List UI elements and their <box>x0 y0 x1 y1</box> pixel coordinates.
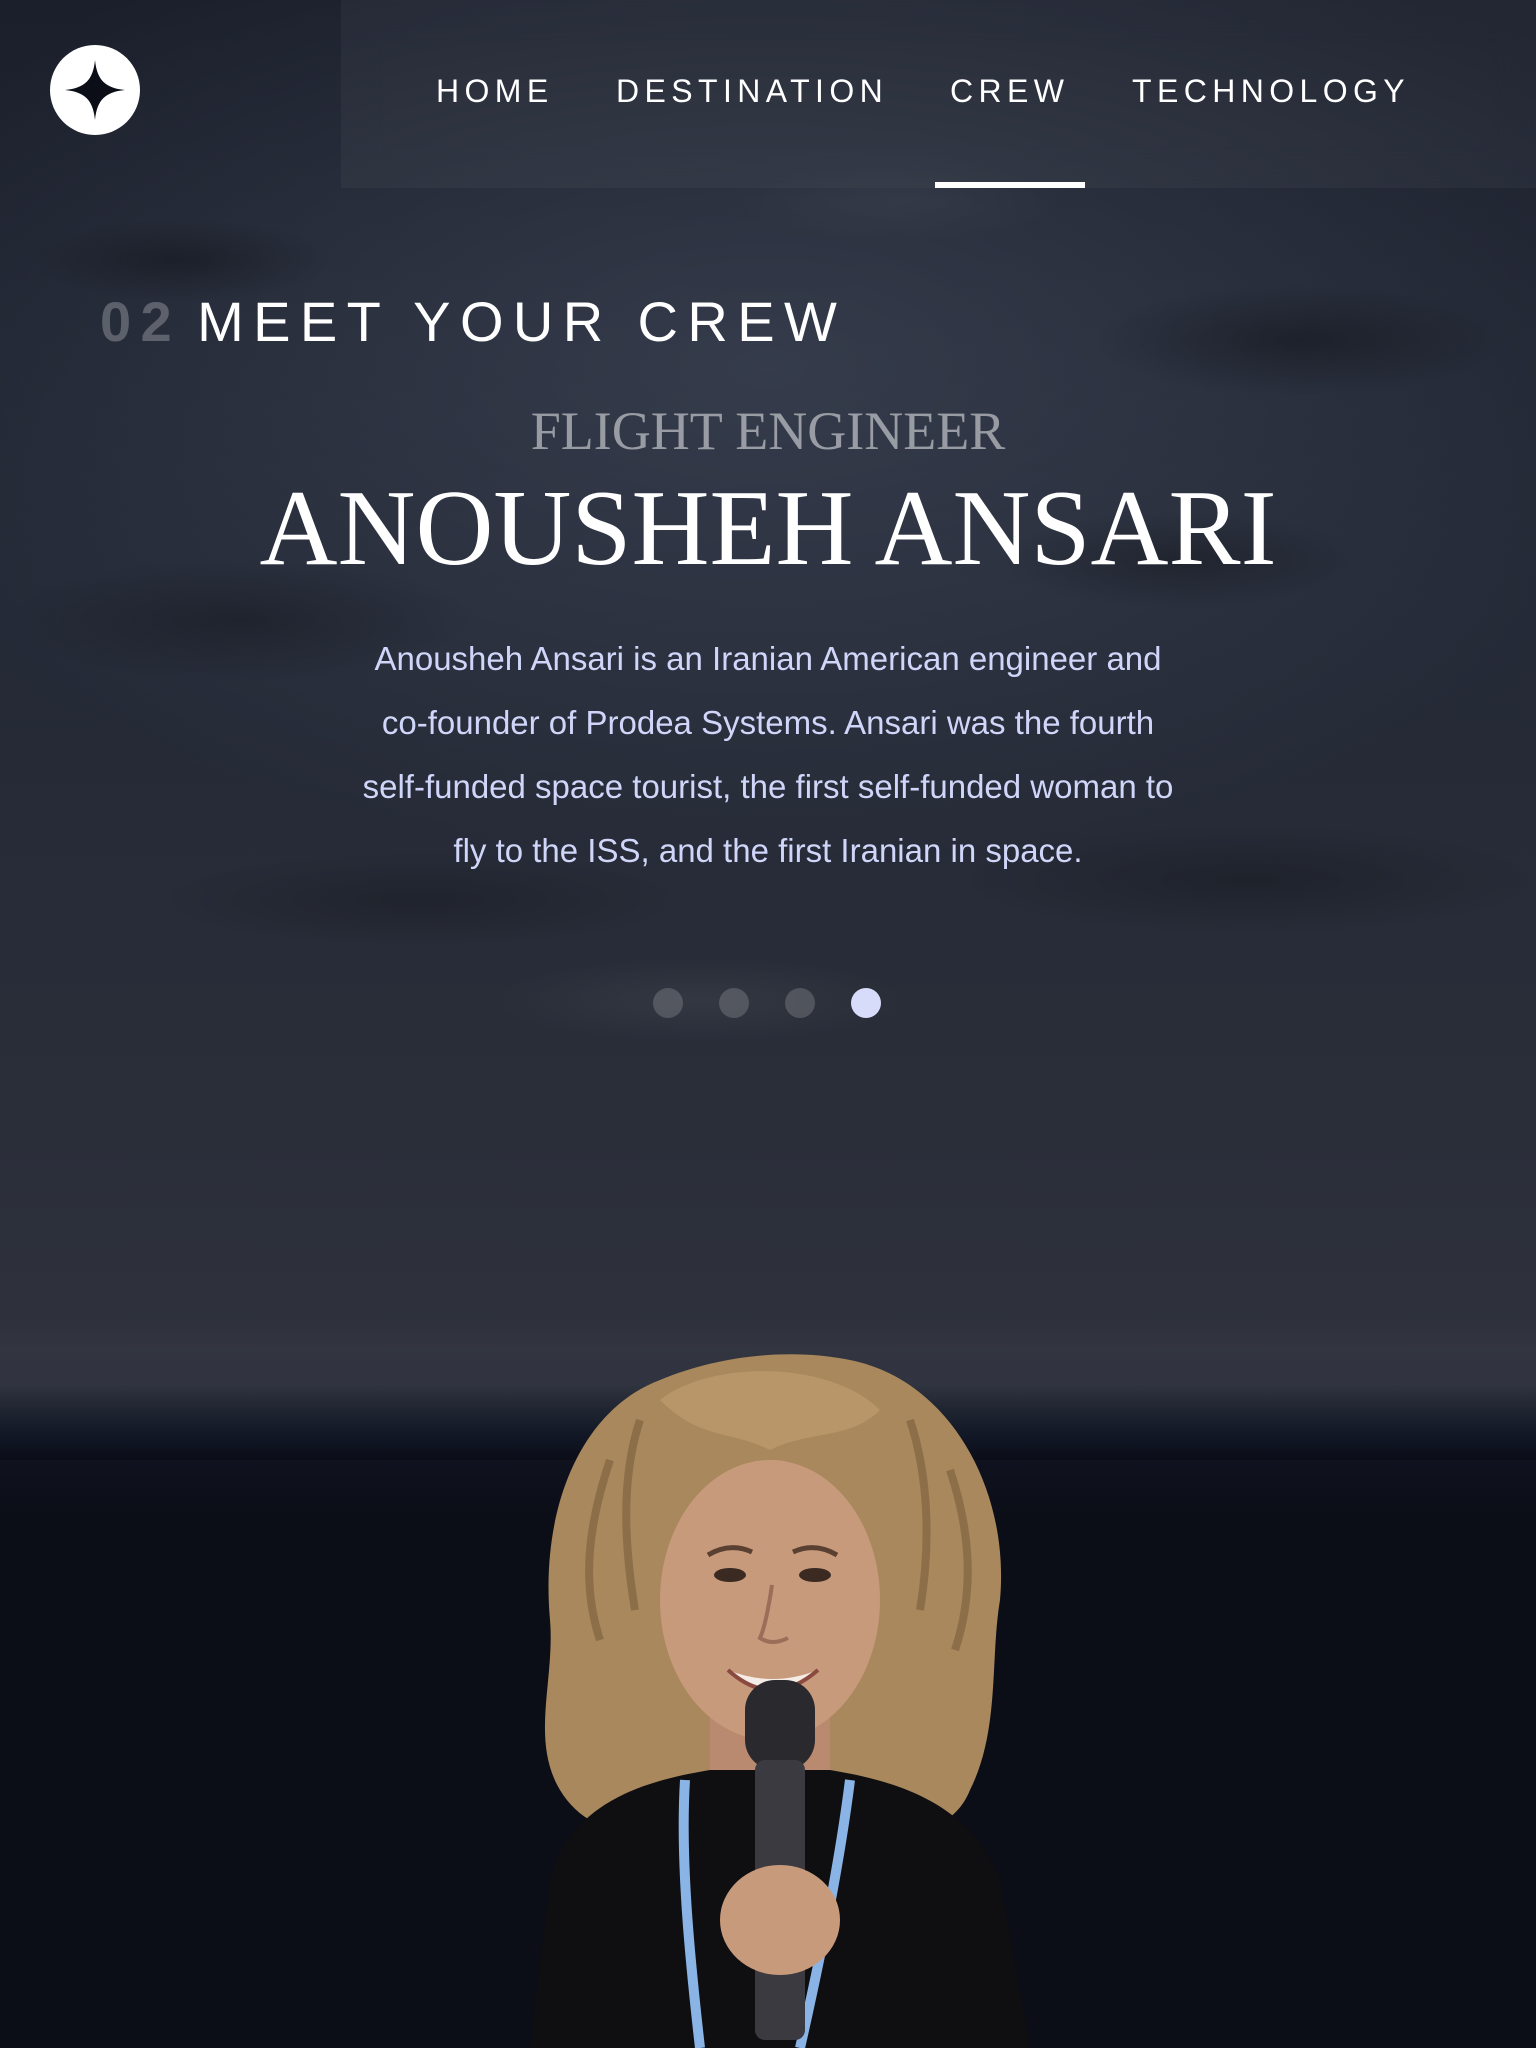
nav-item-technology[interactable]: TECHNOLOGY <box>1132 72 1410 110</box>
section-title: MEET YOUR CREW <box>197 290 847 353</box>
section-heading: 02 MEET YOUR CREW <box>100 290 846 354</box>
slider-dot-2[interactable] <box>719 988 749 1018</box>
slider-dot-3[interactable] <box>785 988 815 1018</box>
crew-portrait-image <box>530 1354 1030 2048</box>
slider-dot-1[interactable] <box>653 988 683 1018</box>
nav-item-crew[interactable]: CREW <box>950 72 1069 110</box>
star-shape <box>65 60 125 120</box>
nav-item-destination[interactable]: DESTINATION <box>616 72 888 110</box>
crew-name: ANOUSHEH ANSARI <box>259 469 1277 588</box>
main-nav: HOME DESTINATION CREW TECHNOLOGY <box>341 0 1536 188</box>
crew-bio: Anousheh Ansari is an Iranian American e… <box>362 640 1174 869</box>
crew-slider-dots <box>653 988 881 1018</box>
section-number: 02 <box>100 290 182 353</box>
nav-item-home[interactable]: HOME <box>436 72 554 110</box>
crew-page: HOME DESTINATION CREW TECHNOLOGY 02 MEET … <box>0 0 1536 2048</box>
nav-active-indicator <box>935 182 1085 188</box>
crew-role: FLIGHT ENGINEER <box>530 401 1006 461</box>
star-logo-icon[interactable] <box>50 45 140 135</box>
slider-dot-4[interactable] <box>851 988 881 1018</box>
